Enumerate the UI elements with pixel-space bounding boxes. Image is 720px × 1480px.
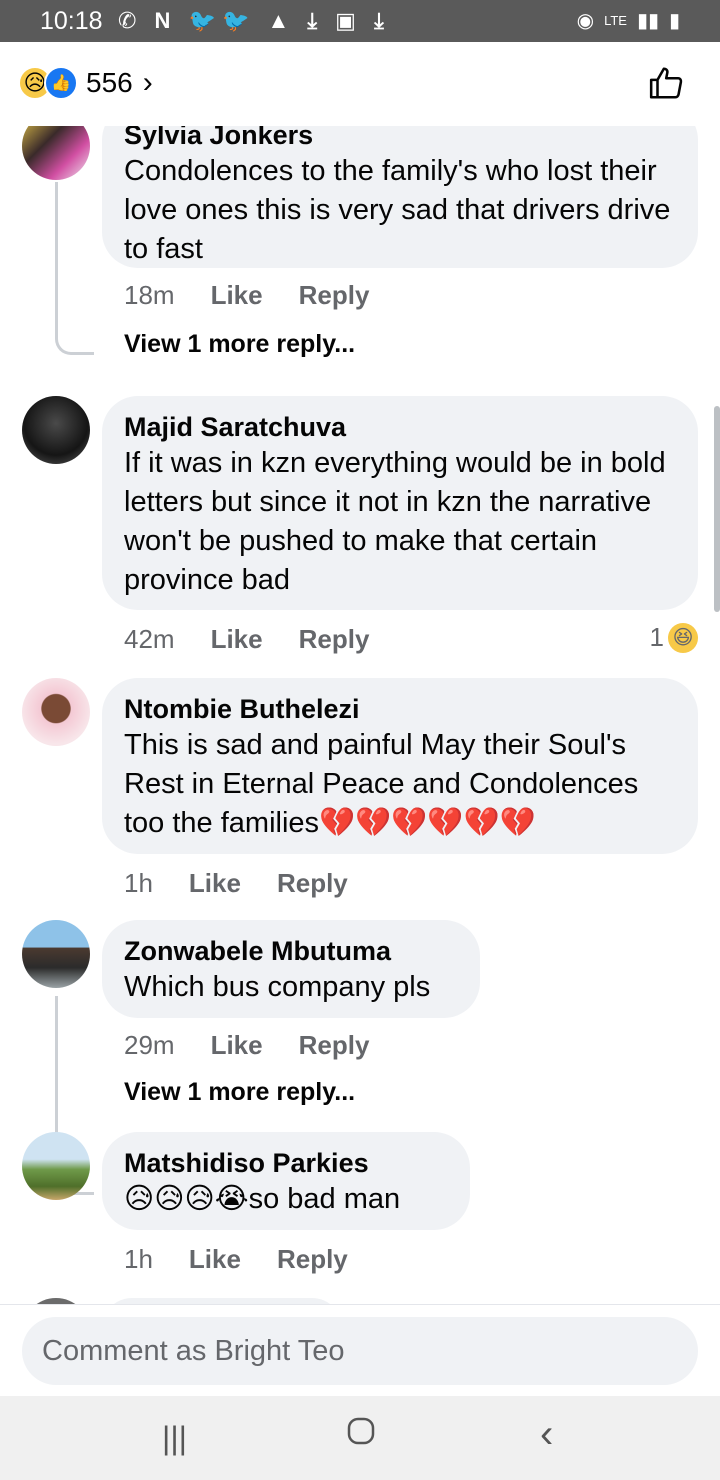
reaction-count: 1 bbox=[649, 622, 664, 652]
network-label: LTE bbox=[604, 13, 627, 28]
comment-bubble[interactable]: Majid Saratchuva If it was in kzn everyt… bbox=[102, 396, 698, 610]
avatar[interactable] bbox=[22, 126, 90, 180]
view-more-replies[interactable]: View 1 more reply... bbox=[124, 1078, 355, 1107]
commenter-name[interactable]: Ntombie Buthelezi bbox=[124, 692, 676, 726]
commenter-name[interactable]: Sylvia Jonkers bbox=[124, 126, 676, 152]
comments-list[interactable]: Sylvia Jonkers Condolences to the family… bbox=[0, 126, 720, 1304]
avatar[interactable] bbox=[22, 396, 90, 464]
comment-text: Condolences to the family's who lost the… bbox=[124, 155, 671, 265]
view-more-replies[interactable]: View 1 more reply... bbox=[124, 330, 355, 359]
comment-actions: 29m Like Reply bbox=[124, 1030, 369, 1061]
comment-bubble[interactable]: Ntombie Buthelezi This is sad and painfu… bbox=[102, 678, 698, 854]
commenter-name[interactable]: Zonwabele Mbutuma bbox=[124, 934, 458, 968]
comment-text: Which bus company pls bbox=[124, 971, 431, 1003]
avatar[interactable] bbox=[22, 678, 90, 746]
commenter-name[interactable]: Matshidiso Parkies bbox=[124, 1146, 448, 1180]
status-time: 10:18 bbox=[40, 7, 103, 35]
back-icon[interactable]: ‹ bbox=[540, 1412, 553, 1457]
comment-bubble[interactable]: Matshidiso Parkies 😥😥😥😭so bad man bbox=[102, 1132, 470, 1230]
thumbs-up-icon: 👍 bbox=[44, 66, 78, 100]
like-button[interactable]: Like bbox=[211, 280, 263, 311]
reply-button[interactable]: Reply bbox=[277, 1244, 348, 1275]
comment-time: 29m bbox=[124, 1030, 175, 1060]
signal-icon: ▮▮ bbox=[636, 10, 659, 32]
reply-button[interactable]: Reply bbox=[299, 1030, 370, 1061]
comment-text: 😥😥😥😭so bad man bbox=[124, 1183, 401, 1215]
navigation-bar: ||| ‹ bbox=[0, 1396, 720, 1480]
wifi-icon: ◉ bbox=[576, 10, 595, 32]
laughing-face-icon: 😆 bbox=[668, 622, 698, 653]
comment-time: 1h bbox=[124, 1244, 153, 1274]
chevron-right-icon: › bbox=[142, 66, 153, 99]
like-post-icon[interactable] bbox=[648, 64, 686, 102]
reply-button[interactable]: Reply bbox=[277, 868, 348, 899]
like-button[interactable]: Like bbox=[189, 868, 241, 899]
comment-composer: Comment as Bright Teo bbox=[0, 1304, 720, 1397]
reply-button[interactable]: Reply bbox=[299, 280, 370, 311]
avatar[interactable] bbox=[22, 1132, 90, 1200]
like-button[interactable]: Like bbox=[211, 624, 263, 655]
comment-actions: 1h Like Reply bbox=[124, 868, 348, 899]
comment-time: 42m bbox=[124, 624, 175, 654]
reply-button[interactable]: Reply bbox=[299, 624, 370, 655]
comment-actions: 18m Like Reply bbox=[124, 280, 369, 311]
commenter-name[interactable]: Majid Saratchuva bbox=[124, 410, 676, 444]
comment-text: This is sad and painful May their Soul's… bbox=[124, 729, 639, 839]
comment-bubble[interactable]: Zonwabele Mbutuma Which bus company pls bbox=[102, 920, 480, 1018]
like-button[interactable]: Like bbox=[189, 1244, 241, 1275]
comment-actions: 1h Like Reply bbox=[124, 1244, 348, 1275]
thread-line bbox=[55, 182, 94, 355]
comment-input[interactable]: Comment as Bright Teo bbox=[22, 1317, 698, 1385]
comment-text: If it was in kzn everything would be in … bbox=[124, 447, 666, 596]
status-bar: 10:18 ✆ N 🐦🐦 ▲ ⤓ ▣ ⤓ ◉ LTE ▮▮ ▮ bbox=[0, 0, 720, 42]
battery-icon: ▮ bbox=[668, 10, 680, 32]
avatar[interactable] bbox=[22, 920, 90, 988]
reactions-header: 😥 👍 556 › bbox=[0, 42, 720, 126]
home-icon[interactable] bbox=[346, 1416, 376, 1454]
notification-icons: ✆ N 🐦🐦 ▲ ⤓ ▣ ⤓ bbox=[118, 8, 390, 33]
reaction-summary[interactable]: 😥 👍 556 › bbox=[18, 66, 153, 100]
like-button[interactable]: Like bbox=[211, 1030, 263, 1061]
reaction-count: 556 bbox=[86, 67, 133, 98]
comment-time: 18m bbox=[124, 280, 175, 310]
scrollbar[interactable] bbox=[714, 406, 720, 612]
comment-actions: 42m Like Reply bbox=[124, 624, 369, 655]
system-icons: ◉ LTE ▮▮ ▮ bbox=[577, 8, 680, 33]
comment-bubble[interactable]: Sylvia Jonkers Condolences to the family… bbox=[102, 126, 698, 268]
recent-apps-icon[interactable]: ||| bbox=[162, 1420, 187, 1457]
comment-reactions[interactable]: 1 😆 bbox=[650, 622, 698, 653]
comment-time: 1h bbox=[124, 868, 153, 898]
